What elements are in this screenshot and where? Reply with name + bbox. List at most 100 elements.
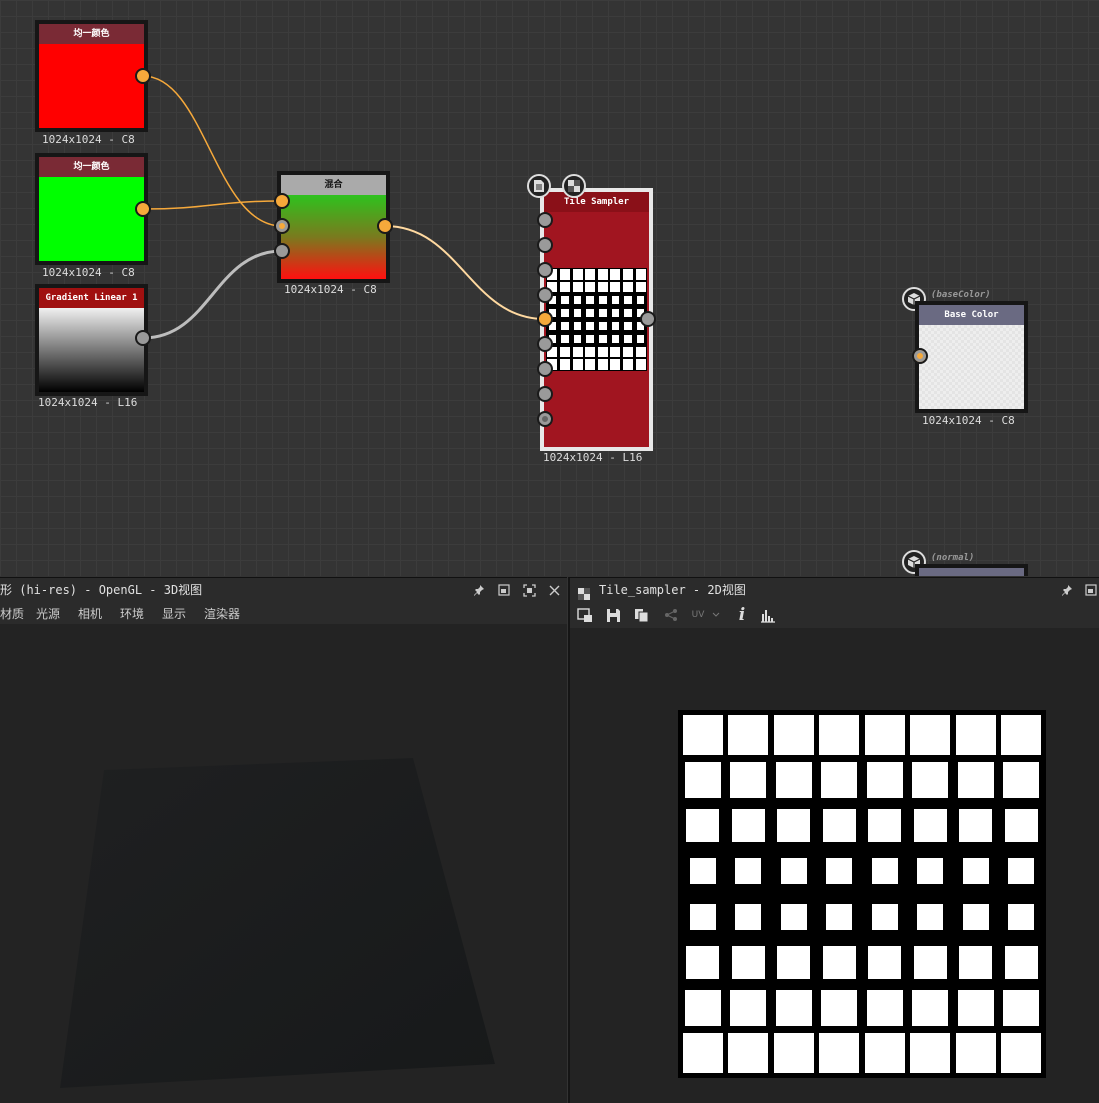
tile [871,903,898,930]
save-icon[interactable] [604,606,622,624]
input-port-color[interactable] [537,311,553,327]
input-port[interactable] [537,287,553,303]
tile [682,714,723,755]
blend-node[interactable]: 混合 [277,171,390,283]
tile [728,714,769,755]
tile [866,762,903,799]
uv-dropdown[interactable]: UV [688,606,724,624]
info-icon[interactable]: i [733,605,751,625]
chevron-down-icon [712,610,720,620]
tile [586,334,594,343]
close-icon[interactable] [545,581,563,599]
menu-material[interactable]: 材质 [0,605,24,622]
tile [623,282,634,293]
float-icon[interactable] [1082,581,1099,599]
tile [871,858,898,885]
copy-icon[interactable] [632,606,650,624]
uniform-color-node-green[interactable]: 均一颜色 [35,153,148,265]
input-port[interactable] [537,237,553,253]
maximize-icon[interactable] [520,581,538,599]
output-identifier: (normal) [931,553,975,563]
tile [572,269,583,280]
tile [821,989,858,1026]
tile [611,309,620,317]
2d-texture-preview[interactable] [678,710,1046,1078]
input-port[interactable] [537,411,553,427]
input-port[interactable] [537,212,553,228]
tile [597,269,608,280]
tile [611,296,620,305]
gradient-linear-node[interactable]: Gradient Linear 1 [35,284,148,396]
tile [624,309,632,317]
menu-renderer[interactable]: 渲染器 [204,605,240,622]
base-color-output-node[interactable]: Base Color [915,301,1028,413]
output-port[interactable] [135,68,151,84]
tile [913,809,947,843]
tile [572,346,583,357]
tile [610,359,621,370]
2d-view-panel: Tile_sampler - 2D视图 UV i [568,577,1099,1103]
tile [585,346,596,357]
input-port[interactable] [537,361,553,377]
tile [826,858,853,885]
input-port[interactable] [537,336,553,352]
input-port[interactable] [912,348,928,364]
tile-sampler-node[interactable]: Tile Sampler [540,188,653,451]
input-port[interactable] [537,262,553,278]
tile [822,809,856,843]
node-resolution: 1024x1024 - C8 [284,283,377,296]
input-port-background[interactable] [274,218,290,234]
node-title: Tile Sampler [544,192,649,212]
tile [586,322,594,330]
tile [611,334,620,343]
node-thumbnail [39,308,144,392]
panel-title: 形 (hi-res) - OpenGL - 3D视图 [0,583,203,597]
tile [572,359,583,370]
menu-lights[interactable]: 光源 [36,605,60,622]
menu-environment[interactable]: 环境 [120,605,144,622]
node-thumbnail [919,325,1024,409]
input-port-mask[interactable] [274,243,290,259]
share-icon[interactable] [662,606,680,624]
output-port[interactable] [135,330,151,346]
3d-view-panel: 形 (hi-res) - OpenGL - 3D视图 材质 光源 相机 环境 显… [0,577,567,1103]
tile [959,945,993,979]
tile [731,809,765,843]
tile [610,269,621,280]
tile [959,809,993,843]
tile [728,1033,769,1074]
tile [1008,858,1035,885]
tile [599,322,607,330]
output-port[interactable] [377,218,393,234]
tile [635,359,646,370]
tile [780,858,807,885]
3d-viewport[interactable] [0,624,567,1103]
camera-icon[interactable] [576,606,594,624]
tile [1001,714,1042,755]
tile [624,334,632,343]
tile [1001,1033,1042,1074]
menu-display[interactable]: 显示 [162,605,186,622]
document-icon[interactable] [527,174,551,198]
output-port[interactable] [135,201,151,217]
tile [610,282,621,293]
menu-camera[interactable]: 相机 [78,605,102,622]
checker-icon [578,584,590,600]
pin-icon[interactable] [470,581,488,599]
tile [775,762,812,799]
checker-icon[interactable] [562,174,586,198]
tile [586,296,594,305]
normal-output-node[interactable] [915,564,1028,576]
tile [585,269,596,280]
uniform-color-node-red[interactable]: 均一颜色 [35,20,148,132]
tile [599,309,607,317]
pin-icon[interactable] [1058,581,1076,599]
output-port[interactable] [640,311,656,327]
float-icon[interactable] [495,581,513,599]
node-graph[interactable]: 均一颜色 1024x1024 - C8 均一颜色 1024x1024 - C8 … [0,0,1099,576]
input-port[interactable] [537,386,553,402]
histogram-icon[interactable] [759,606,777,624]
tile [585,359,596,370]
input-port-foreground[interactable] [274,193,290,209]
tile [777,945,811,979]
